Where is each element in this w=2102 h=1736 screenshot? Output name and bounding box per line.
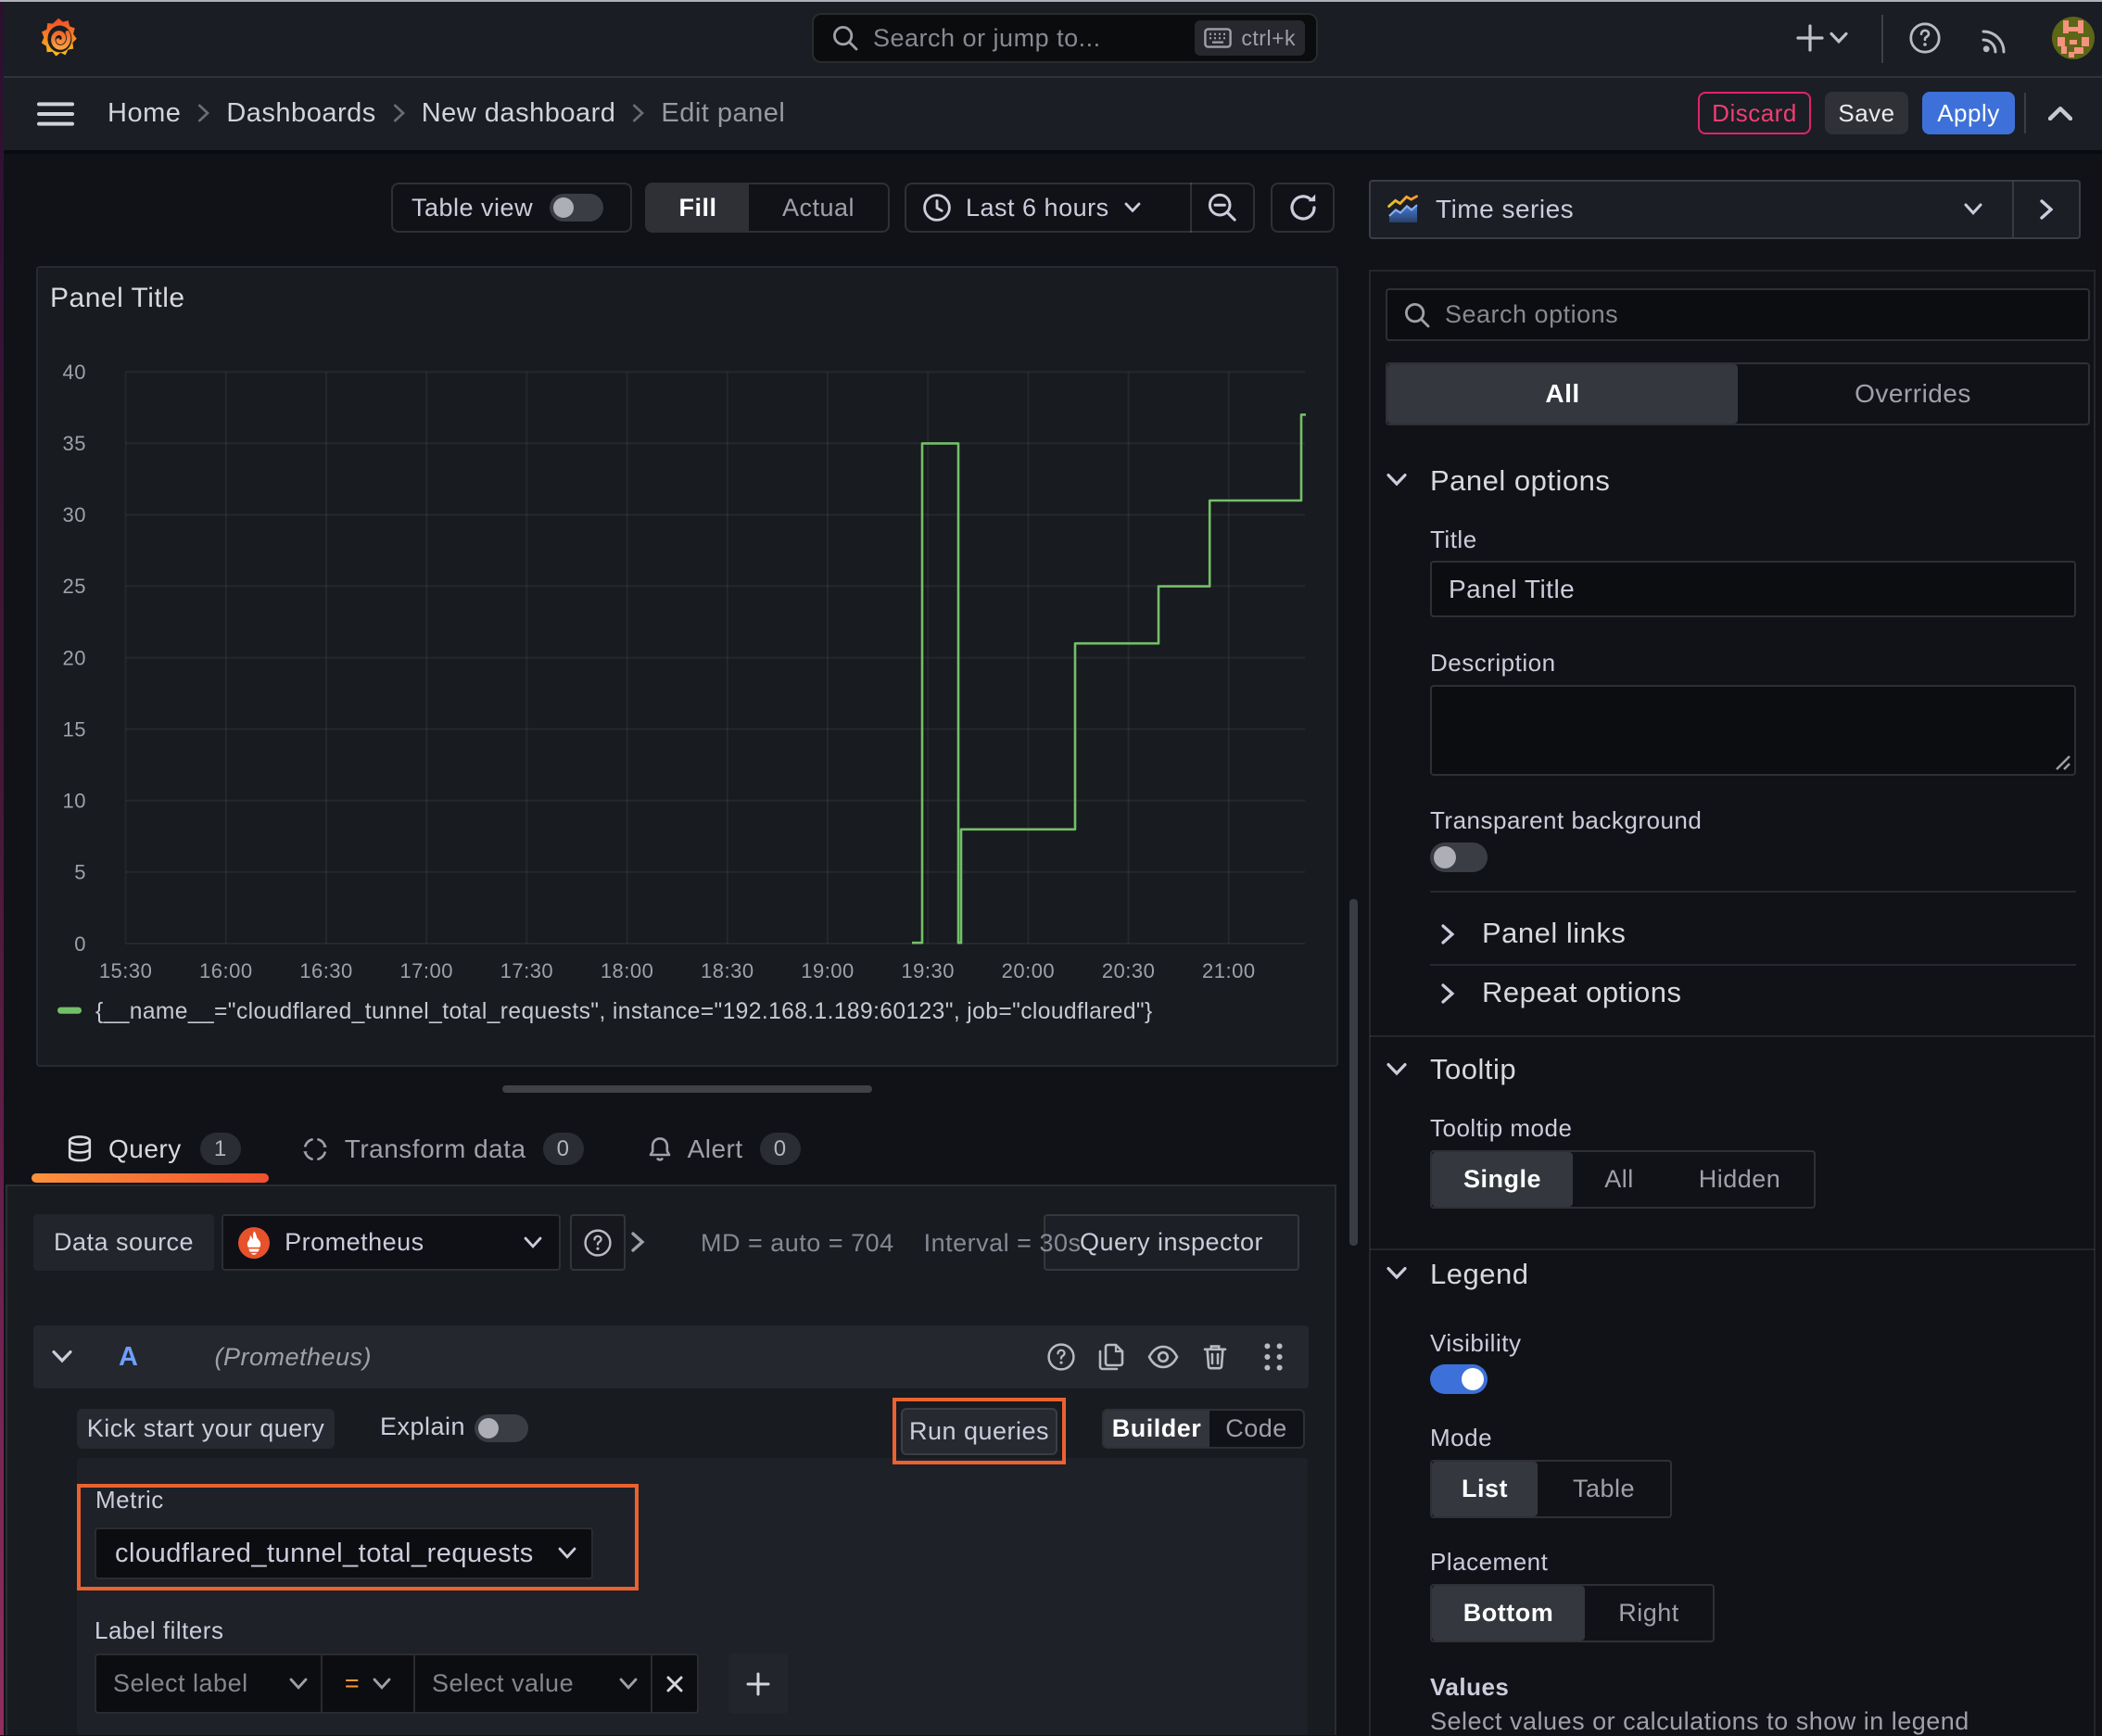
svg-text:18:30: 18:30: [701, 959, 754, 982]
svg-text:{__name__="cloudflared_tunnel_: {__name__="cloudflared_tunnel_total_requ…: [95, 999, 1153, 1024]
svg-text:20:30: 20:30: [1102, 959, 1156, 982]
svg-text:0: 0: [74, 932, 86, 956]
svg-text:16:00: 16:00: [199, 959, 253, 982]
svg-text:18:00: 18:00: [601, 959, 654, 982]
svg-text:15: 15: [63, 717, 86, 741]
svg-text:5: 5: [74, 861, 86, 884]
svg-text:25: 25: [63, 575, 86, 598]
svg-text:15:30: 15:30: [99, 959, 153, 982]
svg-text:17:30: 17:30: [500, 959, 554, 982]
svg-text:16:30: 16:30: [299, 959, 353, 982]
svg-text:35: 35: [63, 432, 86, 455]
svg-text:17:00: 17:00: [399, 959, 453, 982]
svg-text:20: 20: [63, 646, 86, 669]
svg-text:10: 10: [63, 790, 86, 813]
svg-text:40: 40: [63, 361, 86, 384]
svg-text:21:00: 21:00: [1202, 959, 1256, 982]
svg-text:30: 30: [63, 503, 86, 526]
svg-text:19:00: 19:00: [801, 959, 855, 982]
svg-text:19:30: 19:30: [901, 959, 955, 982]
svg-text:20:00: 20:00: [1002, 959, 1056, 982]
